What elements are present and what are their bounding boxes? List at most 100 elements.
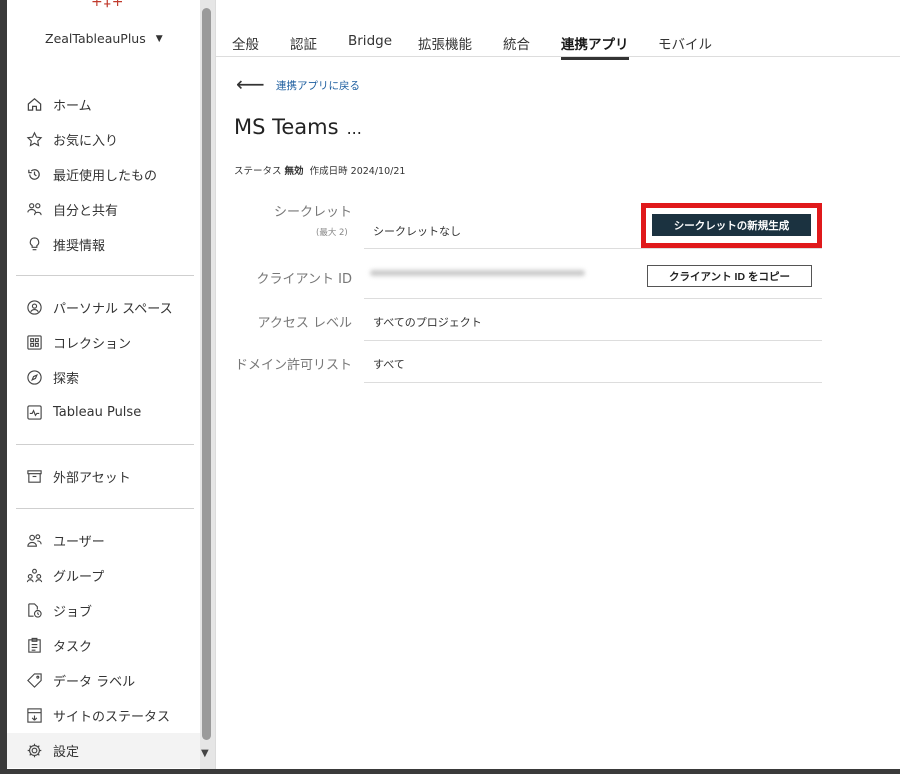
secret-max-note: (最大 2): [316, 228, 348, 238]
sidebar-item-label: データ ラベル: [53, 675, 136, 690]
sidebar-item-external-assets[interactable]: 外部アセット: [7, 459, 200, 494]
sidebar-item-site-status[interactable]: サイトのステータス: [7, 698, 200, 733]
site-status-icon: [25, 707, 43, 725]
page-title: MS Teams...: [234, 115, 362, 139]
sidebar-item-shared[interactable]: 自分と共有: [7, 192, 200, 227]
nav-group-main: ホーム お気に入り 最近使用したもの 自分と共有 推奨情報: [7, 87, 200, 262]
tab-authentication[interactable]: 認証: [290, 33, 317, 60]
nav-group-admin: ユーザー グループ ジョブ タスク データ ラベル サイトのステータス 設定: [7, 523, 200, 768]
sidebar-item-personal-space[interactable]: パーソナル スペース: [7, 290, 200, 325]
sidebar-item-label: ユーザー: [53, 535, 105, 550]
history-icon: [25, 166, 43, 184]
status-line: ステータス 無効 作成日時 2024/10/21: [234, 163, 405, 177]
sidebar-item-label: パーソナル スペース: [53, 302, 173, 317]
sidebar-item-label: お気に入り: [53, 134, 119, 149]
created-label: 作成日時: [309, 166, 348, 177]
sidebar-item-label: 設定: [53, 745, 80, 760]
row-divider: [364, 382, 822, 383]
domain-allowlist-label: ドメイン許可リスト: [234, 358, 352, 373]
sidebar-item-label: 最近使用したもの: [53, 169, 158, 184]
more-actions-button[interactable]: ...: [347, 119, 362, 138]
sidebar-item-collections[interactable]: コレクション: [7, 325, 200, 360]
lightbulb-icon: [25, 236, 43, 254]
jobs-icon: [25, 602, 43, 620]
sidebar-item-label: ホーム: [53, 99, 92, 114]
tab-integrations[interactable]: 統合: [503, 33, 530, 60]
sidebar-divider: [16, 275, 194, 276]
sidebar-item-label: グループ: [53, 570, 105, 585]
sidebar-divider: [16, 444, 194, 445]
nav-group-content: パーソナル スペース コレクション 探索 Tableau Pulse: [7, 290, 200, 430]
chevron-down-icon: ▼: [155, 33, 163, 44]
row-divider: [364, 248, 822, 249]
compass-icon: [25, 369, 43, 387]
sidebar-item-label: 自分と共有: [53, 204, 119, 219]
settings-tabs: 全般 認証 Bridge 拡張機能 統合 連携アプリ モバイル: [216, 25, 900, 60]
status-label: ステータス: [234, 166, 282, 177]
sidebar-item-users[interactable]: ユーザー: [7, 523, 200, 558]
site-switcher[interactable]: ZealTableauPlus ▼: [45, 31, 163, 46]
gear-icon: [25, 742, 43, 760]
copy-client-id-button[interactable]: クライアント ID をコピー: [647, 265, 812, 287]
sidebar-divider: [16, 508, 194, 509]
row-divider: [364, 298, 822, 299]
sidebar-item-label: Tableau Pulse: [53, 405, 142, 420]
sidebar-item-favorites[interactable]: お気に入り: [7, 122, 200, 157]
sidebar-item-label: ジョブ: [53, 605, 93, 620]
window-frame-left: [0, 0, 7, 774]
tab-connected-apps[interactable]: 連携アプリ: [561, 33, 629, 60]
back-link[interactable]: 連携アプリに戻る: [276, 78, 360, 93]
status-value: 無効: [284, 166, 304, 177]
secret-value: シークレットなし: [373, 225, 461, 238]
collection-icon: [25, 334, 43, 352]
sidebar-item-home[interactable]: ホーム: [7, 87, 200, 122]
sidebar-item-settings[interactable]: 設定: [7, 733, 200, 768]
row-divider: [364, 340, 822, 341]
app-name: MS Teams: [234, 115, 339, 139]
home-icon: [25, 96, 43, 114]
access-level-value: すべてのプロジェクト: [373, 316, 482, 329]
created-value: 2024/10/21: [350, 166, 406, 177]
sidebar-item-label: 推奨情報: [53, 239, 106, 254]
tag-icon: [25, 672, 43, 690]
sidebar-item-label: 外部アセット: [53, 471, 131, 486]
groups-icon: [25, 567, 43, 585]
users-icon: [25, 532, 43, 550]
sidebar-item-label: タスク: [53, 640, 93, 655]
sidebar-item-label: サイトのステータス: [53, 710, 171, 725]
domain-allowlist-value: すべて: [373, 358, 405, 371]
tab-extensions[interactable]: 拡張機能: [418, 33, 472, 60]
tab-bridge[interactable]: Bridge: [348, 33, 392, 56]
tab-general[interactable]: 全般: [232, 33, 259, 60]
pulse-icon: [25, 404, 43, 422]
tasks-icon: [25, 637, 43, 655]
sidebar-item-label: コレクション: [53, 337, 132, 352]
secret-label: シークレット: [273, 205, 352, 220]
sidebar-item-explore[interactable]: 探索: [7, 360, 200, 395]
scroll-down-arrow-icon[interactable]: ▼: [201, 748, 209, 759]
sidebar-item-tableau-pulse[interactable]: Tableau Pulse: [7, 395, 200, 430]
sidebar-item-data-labels[interactable]: データ ラベル: [7, 663, 200, 698]
sidebar-item-tasks[interactable]: タスク: [7, 628, 200, 663]
sidebar: +‡+ ZealTableauPlus ▼ ホーム お気に入り 最近使用したもの…: [7, 0, 200, 769]
client-id-label: クライアント ID: [256, 272, 352, 287]
tableau-logo: +‡+: [91, 0, 125, 10]
sidebar-item-label: 探索: [53, 372, 80, 387]
sidebar-scrollbar-thumb[interactable]: [202, 8, 211, 740]
external-assets-icon: [25, 468, 43, 486]
window-frame-bottom: [0, 769, 900, 774]
tab-mobile[interactable]: モバイル: [658, 33, 712, 60]
back-arrow-icon[interactable]: ⟵: [236, 72, 265, 96]
access-level-label: アクセス レベル: [257, 316, 352, 331]
highlight-box: [641, 203, 822, 248]
sidebar-item-recommendations[interactable]: 推奨情報: [7, 227, 200, 262]
site-name: ZealTableauPlus: [45, 31, 146, 46]
nav-group-external: 外部アセット: [7, 459, 200, 494]
sidebar-item-groups[interactable]: グループ: [7, 558, 200, 593]
sidebar-item-recents[interactable]: 最近使用したもの: [7, 157, 200, 192]
sidebar-border: [215, 0, 216, 769]
sidebar-item-jobs[interactable]: ジョブ: [7, 593, 200, 628]
personal-space-icon: [25, 299, 43, 317]
shared-icon: [25, 201, 43, 219]
star-icon: [25, 131, 43, 149]
